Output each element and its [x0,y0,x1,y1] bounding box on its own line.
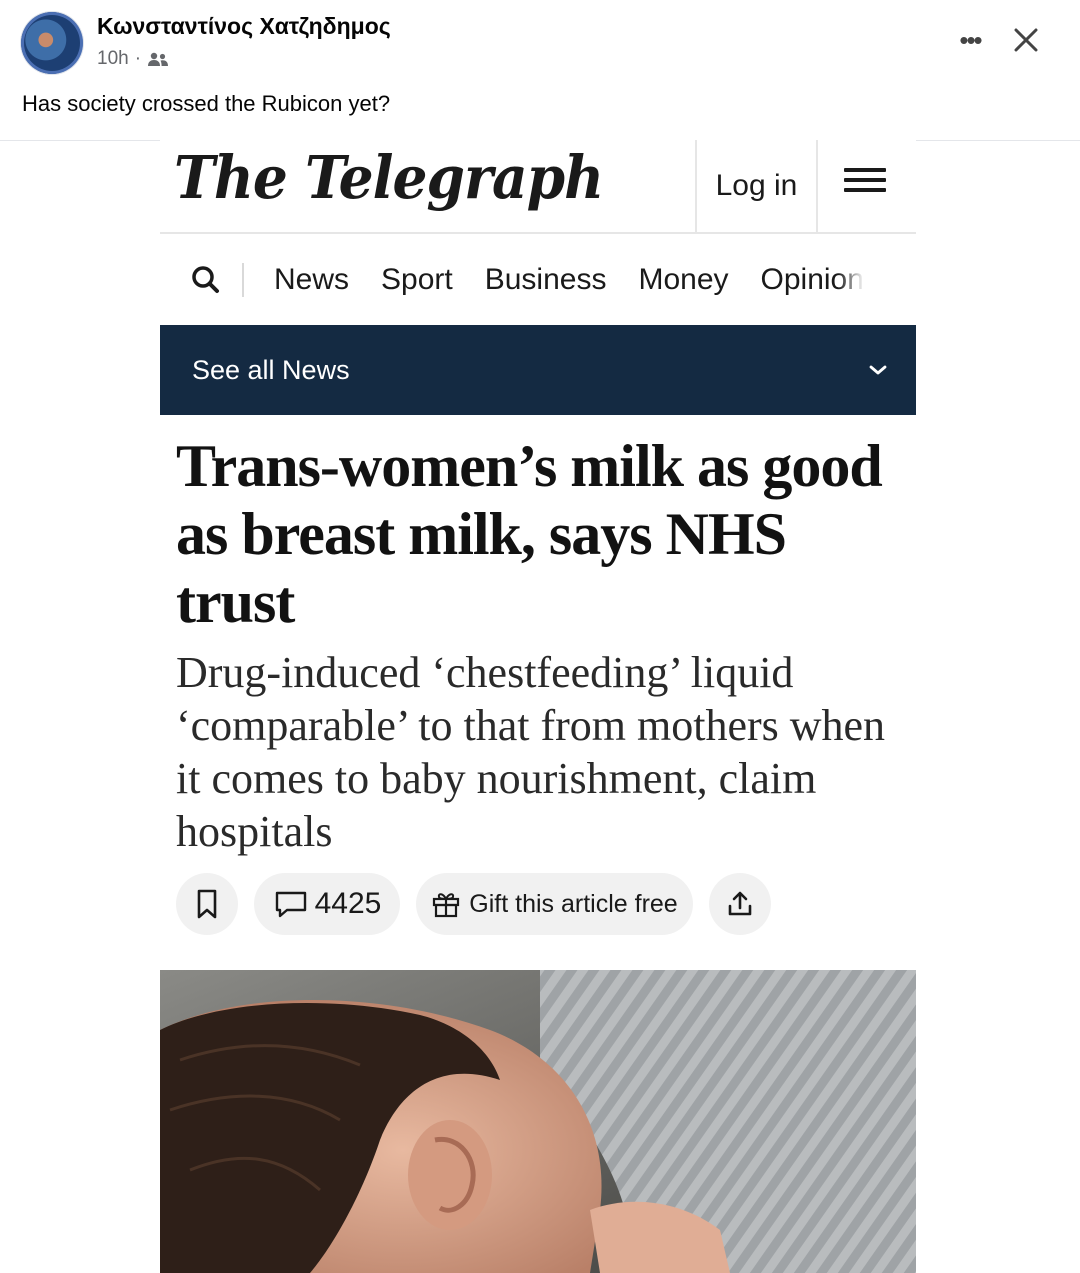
section-nav: News Sport Business Money Opinion [160,235,916,325]
nav-item-money[interactable]: Money [638,263,728,297]
login-button[interactable]: Log in [695,140,818,232]
hamburger-menu-icon[interactable] [844,162,886,202]
share-button[interactable] [709,873,771,935]
close-icon[interactable] [1006,20,1046,60]
see-all-news-bar[interactable]: See all News [160,325,916,415]
post-meta: 10h · [97,48,169,70]
comment-icon [275,891,306,918]
more-options-icon[interactable]: ••• [952,22,988,58]
article-actions: 4425 Gift this article free [176,873,916,937]
article-standfirst: Drug-induced ‘chestfeeding’ liquid ‘comp… [176,648,886,856]
friends-icon[interactable] [147,51,169,67]
shared-article-screenshot[interactable]: The Telegraph Log in News Sport Business… [160,140,916,1273]
search-icon[interactable] [188,262,224,298]
nav-divider [242,263,244,297]
author-name[interactable]: Κωνσταντίνος Χατζηδημος [97,13,391,40]
chevron-down-icon [869,365,887,375]
nav-item-news[interactable]: News [274,263,349,297]
comment-count: 4425 [314,887,382,920]
share-icon [728,891,752,916]
post-caption: Has society crossed the Rubicon yet? [22,91,391,116]
masthead: The Telegraph Log in [160,140,916,234]
nav-item-opinion[interactable]: Opinion [761,263,864,297]
post-timestamp[interactable]: 10h [97,48,129,70]
meta-separator: · [134,48,142,69]
see-all-news-label: See all News [192,354,350,385]
comments-button[interactable]: 4425 [254,873,400,935]
telegraph-logo: The Telegraph [174,142,604,213]
article-headline: Trans-women’s milk as good as breast mil… [176,433,883,635]
post-header: Κωνσταντίνος Χατζηδημος 10h · ••• Has so… [0,0,1080,141]
author-avatar[interactable] [21,12,83,74]
bookmark-button[interactable] [176,873,238,935]
gift-article-label: Gift this article free [469,889,678,918]
gift-article-button[interactable]: Gift this article free [416,873,693,935]
article-hero-image [160,970,916,1273]
nav-item-business[interactable]: Business [485,263,607,297]
nav-item-sport[interactable]: Sport [381,263,453,297]
gift-icon [433,893,460,918]
bookmark-icon [197,889,217,919]
photo-baby-breastfeeding [160,970,916,1273]
